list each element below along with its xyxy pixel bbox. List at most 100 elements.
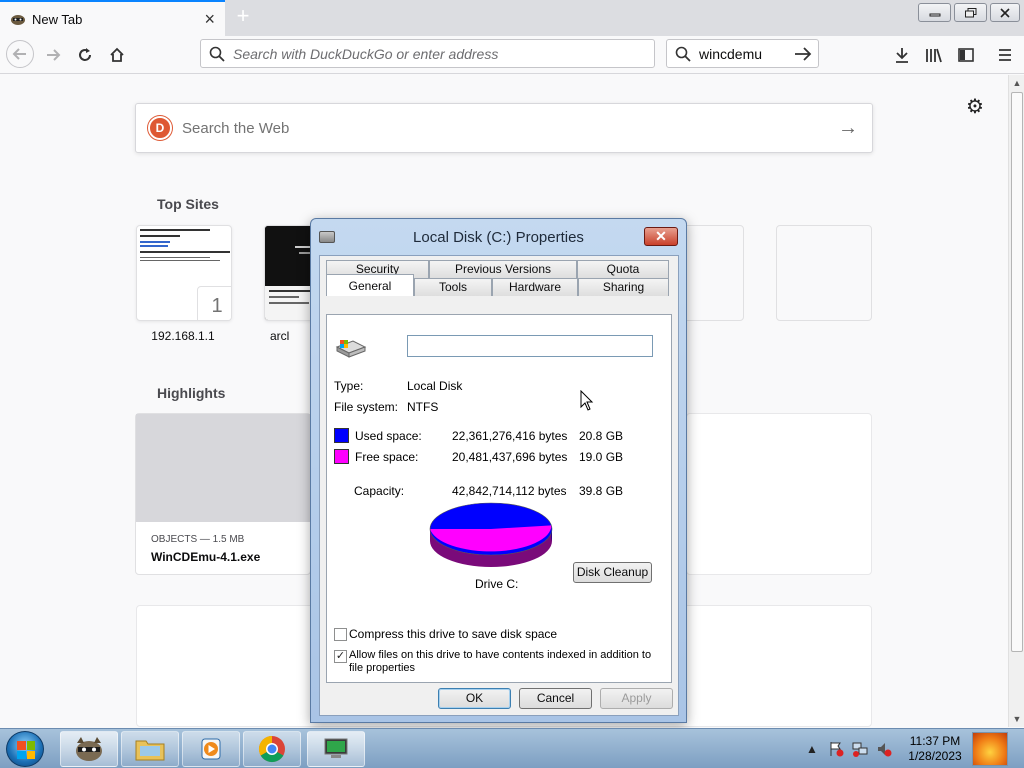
page-scrollbar[interactable]: ▲ ▼ xyxy=(1008,75,1024,727)
taskbar-clock[interactable]: 11:37 PM 1/28/2023 xyxy=(900,734,970,764)
minimize-icon xyxy=(929,13,940,16)
tab-title: New Tab xyxy=(32,11,83,27)
flag-icon xyxy=(830,742,844,757)
taskbar-browser[interactable] xyxy=(60,731,118,767)
capacity-gb: 39.8 GB xyxy=(579,484,624,498)
sidebar-button[interactable] xyxy=(953,42,979,68)
folder-icon xyxy=(135,740,165,761)
properties-dialog: Local Disk (C:) Properties ✕ Security Pr… xyxy=(310,218,687,723)
raccoon-favicon-icon xyxy=(11,15,25,25)
site-thumbnail xyxy=(140,229,230,261)
action-center-flag-icon[interactable] xyxy=(828,741,844,757)
address-bar[interactable]: Search with DuckDuckGo or enter address xyxy=(200,39,655,68)
new-tab-button[interactable]: + xyxy=(232,5,254,29)
file-system-value: NTFS xyxy=(407,400,439,414)
tab-new-tab[interactable]: New Tab × xyxy=(0,0,225,36)
address-bar-placeholder: Search with DuckDuckGo or enter address xyxy=(233,45,499,62)
index-checkbox[interactable]: ✓ xyxy=(334,650,347,663)
chrome-icon xyxy=(258,735,285,763)
arrow-right-icon[interactable]: → xyxy=(838,117,858,140)
tab-general[interactable]: General xyxy=(326,274,414,296)
window-close-button[interactable] xyxy=(990,3,1020,22)
gear-icon[interactable]: ⚙ xyxy=(966,94,984,119)
window-controls xyxy=(918,3,1020,22)
compress-label: Compress this drive to save disk space xyxy=(349,627,558,641)
duckduckgo-logo-icon: D xyxy=(148,116,172,140)
search-go-arrow-icon[interactable] xyxy=(794,46,812,62)
volume-label-input[interactable] xyxy=(407,335,653,357)
scroll-up-icon[interactable]: ▲ xyxy=(1009,75,1024,91)
library-button[interactable] xyxy=(921,42,947,68)
tab-quota[interactable]: Quota xyxy=(577,260,669,278)
restore-button[interactable] xyxy=(954,3,987,22)
tab-strip: New Tab × + xyxy=(0,0,1024,36)
reload-icon xyxy=(79,48,91,61)
top-site-label: arcl xyxy=(270,329,290,343)
tab-sharing[interactable]: Sharing xyxy=(578,278,669,296)
back-button[interactable] xyxy=(6,40,34,68)
compress-checkbox[interactable] xyxy=(334,628,347,641)
top-site-tile[interactable]: 1 xyxy=(136,225,232,321)
volume-muted-icon[interactable] xyxy=(876,741,892,757)
tab-hardware[interactable]: Hardware xyxy=(492,278,578,296)
network-icon[interactable] xyxy=(852,741,868,757)
apply-button[interactable]: Apply xyxy=(600,688,673,709)
minimize-button[interactable] xyxy=(918,3,951,22)
menu-button[interactable] xyxy=(992,42,1018,68)
highlight-card[interactable]: OBJECTS — 1.5 MB WinCDEmu-4.1.exe xyxy=(135,413,311,575)
index-label-line1: Allow files on this drive to have conten… xyxy=(349,649,652,661)
restore-icon xyxy=(964,7,976,17)
cancel-button[interactable]: Cancel xyxy=(519,688,592,709)
show-hidden-icons-icon[interactable]: ▲ xyxy=(804,741,820,757)
top-site-label: 192.168.1.1 xyxy=(151,329,215,343)
downloads-button[interactable] xyxy=(889,42,915,68)
search-icon xyxy=(209,46,225,62)
tab-previous-versions[interactable]: Previous Versions xyxy=(429,260,577,278)
taskbar-computer-properties[interactable] xyxy=(307,731,365,767)
highlights-title: Highlights xyxy=(157,385,226,401)
used-space-label: Used space: xyxy=(355,429,422,443)
tab-tools[interactable]: Tools xyxy=(414,278,492,296)
raccoon-browser-icon xyxy=(76,737,102,761)
home-icon xyxy=(110,47,124,62)
ok-button[interactable]: OK xyxy=(438,688,511,709)
taskbar-file-explorer[interactable] xyxy=(121,731,179,767)
web-search-box[interactable]: D Search the Web → xyxy=(135,103,873,153)
library-icon xyxy=(926,48,942,63)
close-icon xyxy=(1000,7,1010,18)
home-button[interactable] xyxy=(104,42,130,68)
close-tab-icon[interactable]: × xyxy=(204,9,215,30)
hard-drive-icon xyxy=(335,340,367,358)
navigation-toolbar: Search with DuckDuckGo or enter address … xyxy=(0,36,1024,74)
used-space-gb: 20.8 GB xyxy=(579,429,624,443)
top-sites-title: Top Sites xyxy=(157,196,219,212)
clock-date: 1/28/2023 xyxy=(908,749,962,763)
site-badge: 1 xyxy=(197,286,231,320)
speaker-icon xyxy=(878,743,892,757)
download-icon xyxy=(896,48,908,63)
start-button[interactable] xyxy=(6,731,44,767)
divider xyxy=(334,594,651,595)
empty-site-slot xyxy=(776,225,872,321)
network-status-icon xyxy=(852,742,868,757)
dialog-close-button[interactable]: ✕ xyxy=(644,227,678,246)
search-bar-value: wincdemu xyxy=(699,45,763,62)
index-label-line2: file properties xyxy=(349,662,416,674)
scroll-down-icon[interactable]: ▼ xyxy=(1009,711,1024,727)
capacity-label: Capacity: xyxy=(354,484,405,498)
scrollbar-thumb[interactable] xyxy=(1011,92,1023,652)
forward-button[interactable] xyxy=(40,42,66,68)
search-bar[interactable]: wincdemu xyxy=(666,39,819,68)
free-space-swatch xyxy=(334,449,349,464)
used-space-bytes: 22,361,276,416 bytes xyxy=(452,429,568,443)
general-tab-panel: Type: Local Disk File system: NTFS Used … xyxy=(326,314,672,683)
taskbar-media-player[interactable] xyxy=(182,731,240,767)
disk-cleanup-button[interactable]: Disk Cleanup xyxy=(573,562,652,583)
system-tray: ▲ 11:37 PM 1/28/2023 xyxy=(800,729,1024,768)
taskbar-chrome[interactable] xyxy=(243,731,301,767)
show-desktop-button[interactable] xyxy=(972,732,1008,766)
type-label: Type: xyxy=(334,379,364,393)
reload-button[interactable] xyxy=(72,42,98,68)
capacity-bytes: 42,842,714,112 bytes xyxy=(452,484,567,498)
type-value: Local Disk xyxy=(407,379,463,393)
